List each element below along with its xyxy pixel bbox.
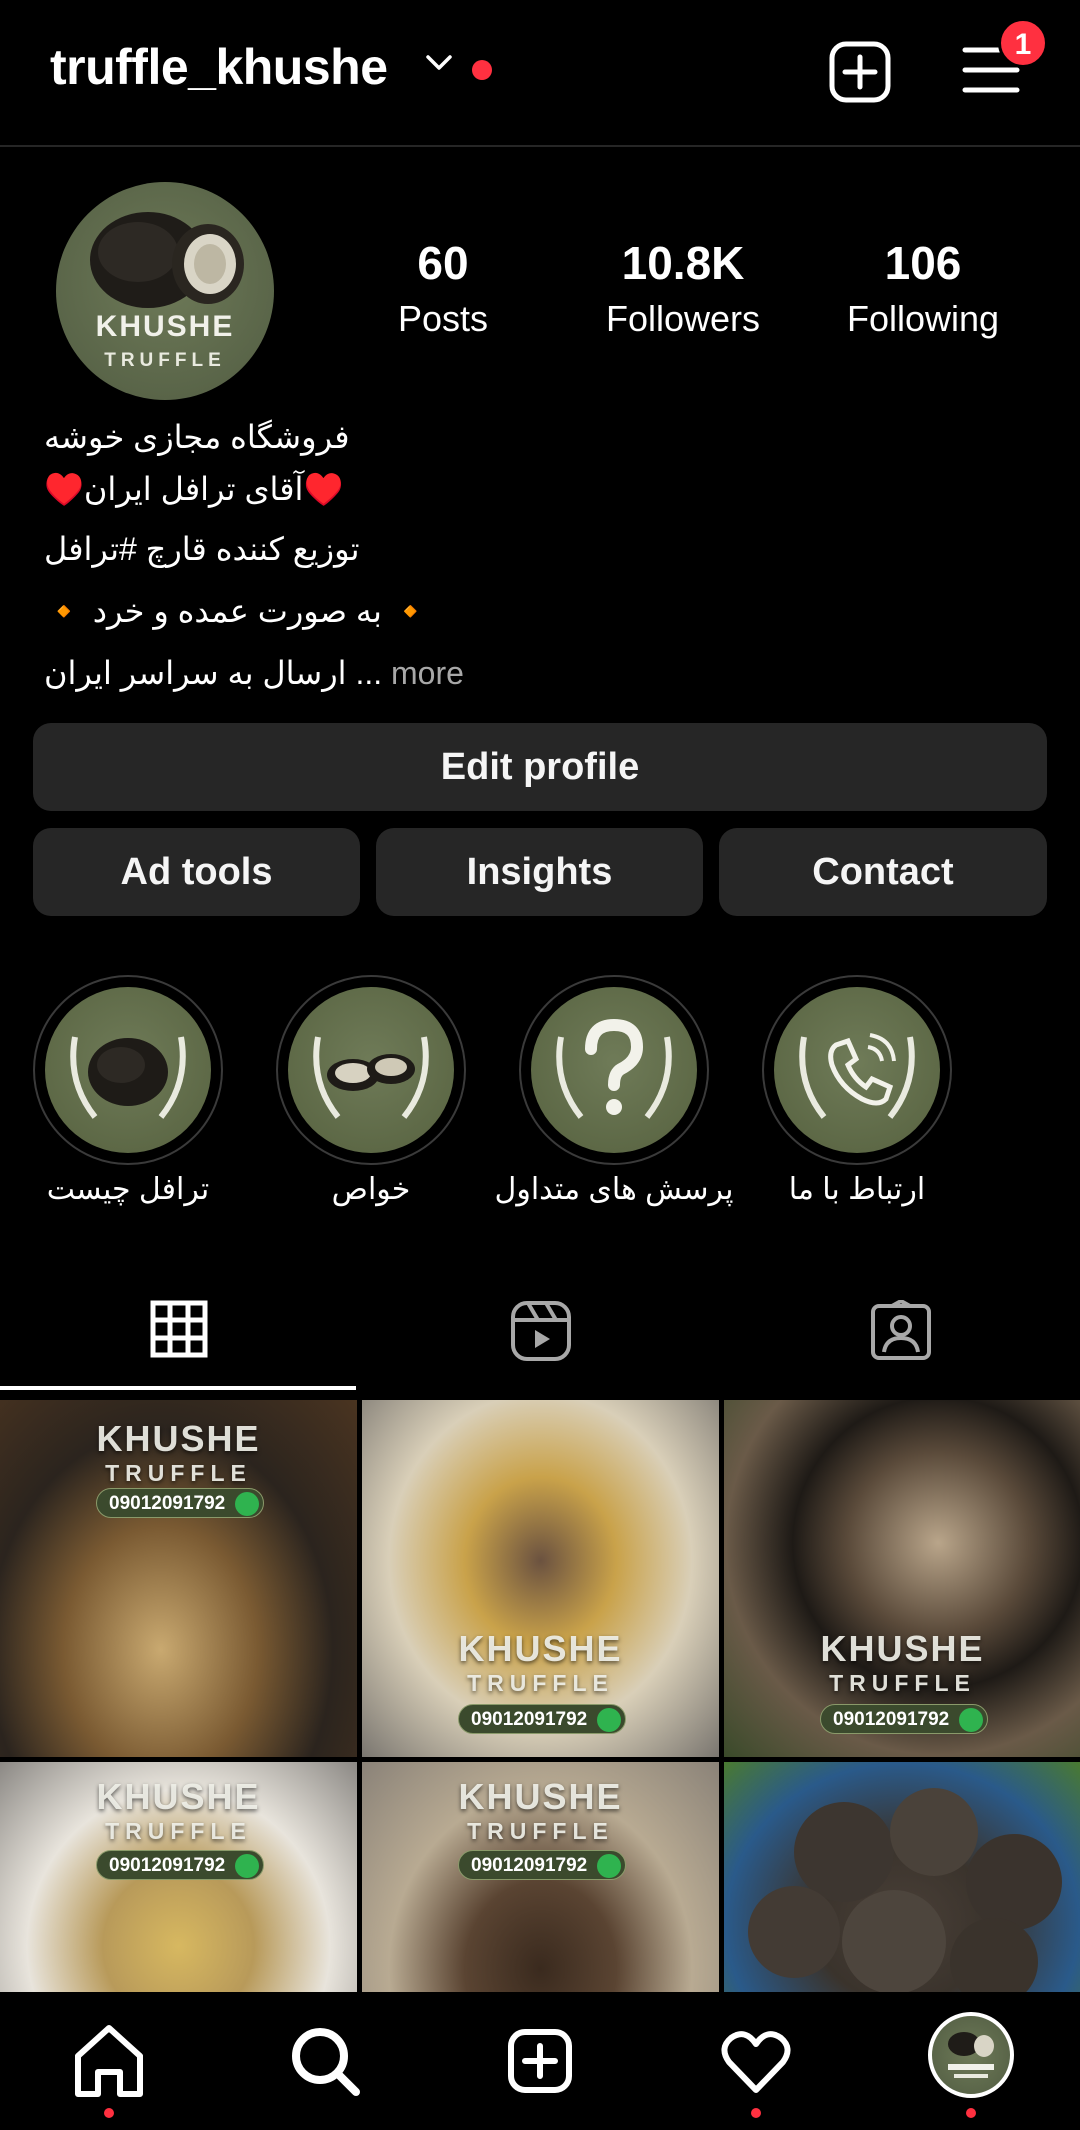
post-brand: KHUSHE bbox=[458, 1776, 623, 1817]
create-icon bbox=[508, 2029, 572, 2093]
post-brand: KHUSHE bbox=[458, 1628, 623, 1669]
account-switch-dot bbox=[472, 60, 492, 80]
posts-label: Posts bbox=[397, 298, 489, 339]
grid-icon bbox=[150, 1300, 208, 1358]
more-link[interactable]: more bbox=[391, 655, 464, 691]
nav-activity[interactable] bbox=[711, 2016, 801, 2106]
avatar-brand: KHUSHE bbox=[95, 310, 235, 343]
bio-line-5: ارسال به سراسر ایران ... more bbox=[44, 654, 464, 692]
bio-line-4: 🔸 به صورت عمده و خرد 🔸 bbox=[44, 593, 431, 629]
username[interactable]: truffle_khushe bbox=[50, 38, 388, 96]
chevron-down-icon[interactable] bbox=[425, 54, 453, 72]
edit-profile-button[interactable]: Edit profile bbox=[33, 723, 1047, 811]
bottom-nav bbox=[0, 1992, 1080, 2130]
posts-count: 60 bbox=[417, 237, 469, 289]
notification-badge: 1 bbox=[998, 18, 1048, 68]
stat-posts[interactable]: 60 Posts bbox=[333, 236, 553, 340]
profile-avatar-icon bbox=[948, 2032, 994, 2078]
new-post-icon[interactable] bbox=[828, 40, 892, 104]
nav-home[interactable] bbox=[64, 2016, 154, 2106]
post-sub: TRUFFLE bbox=[467, 1818, 614, 1844]
highlight-properties[interactable] bbox=[276, 975, 466, 1165]
post-thumbnail-6[interactable] bbox=[724, 1762, 1080, 1992]
contact-button[interactable]: Contact bbox=[719, 828, 1047, 916]
tab-posts-grid[interactable] bbox=[0, 1290, 360, 1390]
truffle-logo-icon bbox=[90, 212, 244, 308]
post-thumbnail-4[interactable]: KHUSHE TRUFFLE 09012091792 bbox=[0, 1762, 357, 1992]
following-count: 106 bbox=[884, 237, 962, 289]
top-bar: truffle_khushe 1 bbox=[0, 0, 1080, 147]
home-notification-dot bbox=[104, 2108, 114, 2118]
highlight-label-3: پرسش های متداول bbox=[494, 1173, 734, 1206]
bio-line-5-text: ارسال به سراسر ایران ... bbox=[44, 655, 383, 691]
highlight-contact-us[interactable] bbox=[762, 975, 952, 1165]
home-icon bbox=[75, 2025, 143, 2097]
post-thumbnail-2[interactable]: KHUSHE TRUFFLE 09012091792 bbox=[362, 1400, 719, 1757]
nav-profile[interactable] bbox=[928, 2012, 1014, 2098]
post-sub: TRUFFLE bbox=[105, 1460, 252, 1486]
tab-tagged[interactable] bbox=[720, 1290, 1080, 1390]
phone-icon bbox=[799, 1033, 915, 1119]
ad-tools-button[interactable]: Ad tools bbox=[33, 828, 360, 916]
post-brand: KHUSHE bbox=[96, 1776, 261, 1817]
highlight-label-2: خواص bbox=[331, 1173, 411, 1206]
question-mark-icon bbox=[556, 1018, 672, 1119]
post-sub: TRUFFLE bbox=[467, 1670, 614, 1696]
following-label: Following bbox=[846, 298, 1000, 339]
highlight-faq[interactable] bbox=[519, 975, 709, 1165]
followers-label: Followers bbox=[605, 298, 761, 339]
nav-create[interactable] bbox=[495, 2016, 585, 2106]
truffle-icon bbox=[70, 1036, 186, 1119]
profile-avatar[interactable]: KHUSHE TRUFFLE bbox=[56, 182, 274, 400]
post-thumbnail-1[interactable]: KHUSHE TRUFFLE 09012091792 bbox=[0, 1400, 357, 1757]
post-sub: TRUFFLE bbox=[105, 1818, 252, 1844]
post-phone: 09012091792 bbox=[458, 1850, 627, 1880]
search-icon bbox=[292, 2028, 360, 2096]
post-sub: TRUFFLE bbox=[829, 1670, 976, 1696]
highlight-what-is-truffle[interactable] bbox=[33, 975, 223, 1165]
tab-reels[interactable] bbox=[360, 1290, 720, 1390]
profile-notification-dot bbox=[966, 2108, 976, 2118]
bio-line-2: ♥️آقای ترافل ایران♥️ bbox=[44, 471, 344, 507]
bio-line-3: توزیع کننده قارچ #ترافل bbox=[44, 531, 360, 567]
stat-following[interactable]: 106 Following bbox=[813, 236, 1033, 340]
active-tab-indicator bbox=[0, 1386, 356, 1390]
sliced-truffle-icon bbox=[313, 1036, 429, 1119]
activity-notification-dot bbox=[751, 2108, 761, 2118]
post-phone: 09012091792 bbox=[96, 1850, 265, 1880]
post-thumbnail-5[interactable]: KHUSHE TRUFFLE 09012091792 bbox=[362, 1762, 719, 1992]
activity-icon bbox=[721, 2031, 791, 2093]
reels-icon bbox=[511, 1301, 571, 1361]
post-phone: 09012091792 bbox=[96, 1488, 265, 1518]
post-brand: KHUSHE bbox=[820, 1628, 985, 1669]
stat-followers[interactable]: 10.8K Followers bbox=[573, 236, 793, 340]
bio-line-1: فروشگاه مجازی خوشه bbox=[44, 419, 350, 455]
nav-search[interactable] bbox=[280, 2016, 370, 2106]
avatar-sub: TRUFFLE bbox=[104, 350, 226, 371]
tagged-icon bbox=[871, 1300, 931, 1360]
highlight-label-4: ارتباط با ما bbox=[788, 1173, 926, 1206]
post-brand: KHUSHE bbox=[96, 1418, 261, 1459]
followers-count: 10.8K bbox=[621, 237, 745, 289]
post-phone: 09012091792 bbox=[820, 1704, 989, 1734]
insights-button[interactable]: Insights bbox=[376, 828, 703, 916]
truffles-photo bbox=[748, 1788, 1062, 1992]
highlight-label-1: ترافل چیست bbox=[46, 1173, 210, 1206]
post-thumbnail-3[interactable]: KHUSHE TRUFFLE 09012091792 bbox=[724, 1400, 1080, 1757]
post-phone: 09012091792 bbox=[458, 1704, 627, 1734]
